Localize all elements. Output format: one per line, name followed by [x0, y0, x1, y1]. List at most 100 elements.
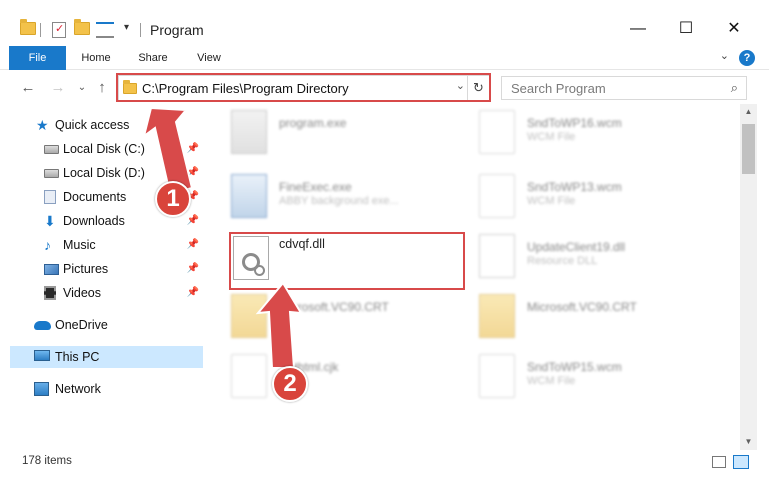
nav-label: This PC: [55, 350, 100, 364]
properties-icon[interactable]: ✓: [52, 22, 66, 38]
nav-label: Videos: [63, 286, 101, 300]
vertical-scrollbar[interactable]: ▲ ▼: [740, 104, 757, 450]
nav-label: Pictures: [63, 262, 109, 276]
nav-onedrive[interactable]: OneDrive: [10, 314, 203, 336]
exe-icon: [231, 174, 267, 218]
status-bar: 178 items: [0, 452, 769, 472]
file-name: FineExec.exe: [279, 180, 352, 194]
help-icon[interactable]: ?: [739, 50, 755, 66]
nav-label: Quick access: [55, 118, 130, 132]
search-box[interactable]: ⌕: [501, 76, 747, 100]
file-type: WCM File: [527, 375, 576, 387]
nav-label: Local Disk (D:): [63, 166, 145, 180]
close-button[interactable]: ✕: [714, 14, 754, 44]
file-name: SndToWP13.wcm: [527, 180, 622, 194]
details-view-icon[interactable]: [712, 456, 726, 468]
search-icon[interactable]: ⌕: [731, 80, 738, 96]
up-button[interactable]: ↑: [92, 77, 112, 99]
address-highlight-box: [116, 73, 491, 102]
scroll-down-icon[interactable]: ▼: [740, 434, 757, 450]
navigation-pane: ★ Quick access Local Disk (C:) 📌 Local D…: [10, 108, 203, 448]
nav-local-disk-c[interactable]: Local Disk (C:) 📌: [10, 138, 203, 160]
new-folder-icon[interactable]: [74, 19, 90, 38]
file-name: SndToWP15.wcm: [527, 360, 622, 374]
file-item[interactable]: program.exe: [231, 110, 471, 166]
this-pc-icon: [34, 350, 50, 361]
tab-file[interactable]: File: [9, 46, 66, 70]
downloads-icon: ⬇: [44, 213, 56, 229]
nav-music[interactable]: ♪ Music 📌: [10, 234, 203, 256]
file-name: Microsoft.VC90.CRT: [527, 300, 637, 314]
forward-button[interactable]: →: [48, 77, 68, 99]
step-1-badge: 1: [155, 181, 191, 217]
pin-icon[interactable]: 📌: [187, 258, 199, 280]
file-icon: [479, 110, 515, 154]
tab-view[interactable]: View: [188, 46, 230, 70]
drive-icon: [44, 169, 59, 178]
file-name: program.exe: [279, 116, 347, 130]
file-item[interactable]: FineExec.exe ABBY background exe...: [231, 174, 471, 230]
file-type: WCM File: [527, 131, 576, 143]
minimize-button[interactable]: —: [618, 14, 658, 44]
nav-network[interactable]: Network: [10, 378, 203, 400]
file-item[interactable]: SndToWP13.wcm WCM File: [479, 174, 719, 230]
search-input[interactable]: [502, 77, 712, 99]
nav-label: OneDrive: [55, 318, 108, 332]
file-type: WCM File: [527, 195, 576, 207]
maximize-button[interactable]: ☐: [666, 14, 706, 44]
folder-file-icon: [479, 294, 515, 338]
network-icon: [34, 382, 49, 396]
drive-icon: [44, 145, 59, 154]
customize-toolbar-icon[interactable]: [96, 22, 114, 38]
pin-icon[interactable]: 📌: [187, 234, 199, 256]
expand-ribbon-icon[interactable]: ⌄: [720, 49, 729, 62]
file-item[interactable]: SndToWP15.wcm WCM File: [479, 354, 719, 410]
scroll-up-icon[interactable]: ▲: [740, 104, 757, 120]
tab-home[interactable]: Home: [74, 46, 118, 70]
scroll-thumb[interactable]: [742, 124, 755, 174]
file-icon: [479, 354, 515, 398]
step-2-badge: 2: [272, 366, 308, 402]
videos-icon: [44, 286, 56, 300]
onedrive-icon: [34, 321, 51, 330]
recent-locations-button[interactable]: ⌄: [72, 77, 92, 99]
documents-icon: [44, 190, 56, 204]
nav-label: Documents: [63, 190, 127, 204]
dll-gear-icon: [233, 236, 269, 280]
file-item[interactable]: UpdateClient19.dll Resource DLL: [479, 234, 719, 290]
large-icons-view-icon[interactable]: [733, 455, 749, 469]
divider: [140, 23, 141, 37]
file-item-cdvqf-dll[interactable]: cdvqf.dll: [233, 236, 473, 292]
file-item[interactable]: Microsoft.VC90.CRT: [479, 294, 719, 350]
divider: [40, 23, 41, 37]
pin-icon[interactable]: 📌: [187, 282, 199, 304]
nav-label: Network: [55, 382, 101, 396]
nav-quick-access[interactable]: ★ Quick access: [10, 114, 203, 136]
music-icon: ♪: [44, 237, 51, 253]
file-icon: [479, 174, 515, 218]
title-bar: ✓ ▾ Program — ☐ ✕: [0, 0, 769, 44]
file-item[interactable]: Microsoft.VC90.CRT: [231, 294, 471, 350]
pin-icon[interactable]: 📌: [187, 162, 199, 184]
file-name: cdvqf.dll: [279, 237, 325, 251]
star-icon: ★: [36, 117, 49, 133]
nav-label: Local Disk (C:): [63, 142, 145, 156]
pin-icon[interactable]: 📌: [187, 138, 199, 160]
nav-label: Downloads: [63, 214, 125, 228]
pin-icon[interactable]: 📌: [187, 210, 199, 232]
file-name: SndToWP16.wcm: [527, 116, 622, 130]
nav-videos[interactable]: Videos 📌: [10, 282, 203, 304]
nav-pictures[interactable]: Pictures 📌: [10, 258, 203, 280]
file-item[interactable]: Listhtml.cjk: [231, 354, 471, 410]
chevron-down-icon[interactable]: ▾: [124, 22, 129, 33]
file-type: Resource DLL: [527, 255, 598, 267]
installer-icon: [231, 110, 267, 154]
nav-this-pc[interactable]: This PC: [10, 346, 203, 368]
tab-share[interactable]: Share: [130, 46, 176, 70]
item-count: 178 items: [22, 455, 72, 467]
file-type: ABBY background exe...: [279, 195, 399, 207]
file-icon: [231, 354, 267, 398]
file-item[interactable]: SndToWP16.wcm WCM File: [479, 110, 719, 166]
nav-label: Music: [63, 238, 96, 252]
back-button[interactable]: ←: [18, 77, 38, 99]
